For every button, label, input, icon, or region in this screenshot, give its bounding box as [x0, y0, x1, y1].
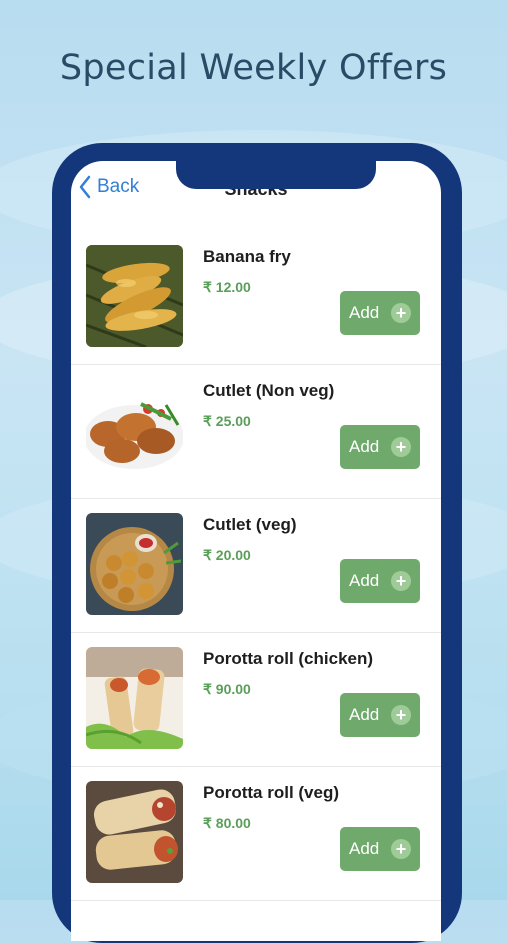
item-price: ₹ 25.00: [203, 413, 251, 429]
add-button[interactable]: Add +: [340, 291, 420, 335]
phone-notch: [176, 161, 376, 189]
add-label: Add: [349, 705, 380, 724]
cutlet-non-veg-image: [86, 379, 183, 481]
back-label: Back: [97, 176, 140, 197]
plus-icon: +: [391, 303, 411, 323]
list-item: Porotta roll (chicken) ₹ 90.00 Add +: [71, 633, 441, 767]
menu-list: Banana fry ₹ 12.00 Add + Cutlet (Non veg…: [71, 231, 441, 901]
item-name: Porotta roll (chicken): [203, 649, 374, 668]
item-price: ₹ 20.00: [203, 547, 251, 563]
list-item: Banana fry ₹ 12.00 Add +: [71, 231, 441, 365]
cutlet-veg-image: [86, 513, 183, 615]
back-button[interactable]: Back: [79, 175, 139, 199]
add-button[interactable]: Add +: [340, 827, 420, 871]
plus-icon: +: [391, 705, 411, 725]
porotta-roll-chicken-image: [86, 647, 183, 749]
chevron-left-icon: [79, 175, 91, 199]
app-screen: Back Snacks Banana fry ₹ 12.00 Add + Cut…: [71, 161, 441, 941]
item-name: Porotta roll (veg): [203, 783, 340, 802]
list-item: Cutlet (Non veg) ₹ 25.00 Add +: [71, 365, 441, 499]
promo-headline: Special Weekly Offers: [59, 48, 448, 88]
add-button[interactable]: Add +: [340, 693, 420, 737]
add-button[interactable]: Add +: [340, 425, 420, 469]
item-price: ₹ 12.00: [203, 279, 251, 295]
porotta-roll-veg-image: [86, 781, 183, 883]
phone-frame: Back Snacks Banana fry ₹ 12.00 Add + Cut…: [52, 143, 462, 943]
item-name: Banana fry: [203, 247, 291, 266]
list-item: Cutlet (veg) ₹ 20.00 Add +: [71, 499, 441, 633]
item-price: ₹ 80.00: [203, 815, 251, 831]
add-label: Add: [349, 839, 380, 858]
item-name: Cutlet (veg): [203, 515, 297, 534]
add-label: Add: [349, 571, 380, 590]
plus-icon: +: [391, 571, 411, 591]
plus-icon: +: [391, 437, 411, 457]
banana-fry-image: [86, 245, 183, 347]
item-name: Cutlet (Non veg): [203, 381, 335, 400]
add-label: Add: [349, 437, 380, 456]
add-button[interactable]: Add +: [340, 559, 420, 603]
item-price: ₹ 90.00: [203, 681, 251, 697]
plus-icon: +: [391, 839, 411, 859]
list-item: Porotta roll (veg) ₹ 80.00 Add +: [71, 767, 441, 901]
add-label: Add: [349, 303, 380, 322]
